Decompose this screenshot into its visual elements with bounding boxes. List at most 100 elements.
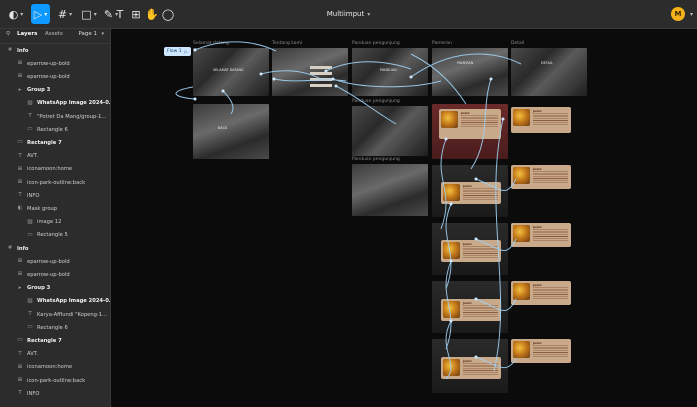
connection-line bbox=[335, 85, 397, 125]
layer-row[interactable]: T INFO bbox=[0, 388, 110, 399]
connection-line bbox=[325, 61, 412, 72]
layer-label: Info bbox=[17, 245, 29, 252]
layer-row[interactable]: ⊞ icon-park-outline:back bbox=[0, 177, 110, 188]
connection-node bbox=[324, 69, 328, 73]
layer-type-icon: T bbox=[18, 192, 22, 199]
connection-line bbox=[493, 118, 504, 372]
connection-node bbox=[221, 89, 225, 93]
page-selector[interactable]: Page 1 bbox=[78, 31, 97, 37]
connection-line bbox=[260, 70, 322, 80]
avatar[interactable]: M bbox=[671, 7, 685, 21]
text-tool-icon: T bbox=[116, 7, 124, 21]
layer-label: INFO bbox=[27, 192, 40, 199]
layer-label: WhatsApp Image 2024-0... bbox=[37, 298, 110, 305]
connection-node bbox=[474, 297, 478, 301]
connection-node bbox=[489, 77, 493, 81]
connection-node bbox=[272, 77, 276, 81]
move-tool-button[interactable]: ▷ ▾ bbox=[31, 4, 50, 24]
connection-node bbox=[474, 237, 478, 241]
connection-node bbox=[449, 259, 453, 263]
layer-label: Rectangle 6 bbox=[37, 324, 68, 331]
comment-tool-button[interactable]: ◯ bbox=[161, 4, 175, 24]
hand-tool-button[interactable]: ✋ bbox=[145, 4, 159, 24]
layer-label: icon-park-outline:back bbox=[27, 179, 86, 186]
main-menu-button[interactable]: ◐ ▾ bbox=[5, 4, 27, 24]
connection-node bbox=[334, 84, 338, 88]
layer-label: eparrow-up-bold bbox=[27, 73, 70, 80]
layer-label: Rectangle 7 bbox=[27, 139, 62, 146]
layer-label: "Potret Da Mang/group-1... bbox=[37, 113, 107, 120]
layer-type-icon: ▭ bbox=[27, 231, 33, 238]
layer-label: Mask group bbox=[27, 205, 58, 212]
layer-row[interactable]: ▨ WhatsApp Image 2024-0... bbox=[0, 296, 110, 307]
connection-node bbox=[474, 177, 478, 181]
layer-type-icon: T bbox=[18, 390, 22, 397]
layer-row[interactable]: ▭ Rectangle 6 bbox=[0, 124, 110, 135]
layer-row[interactable]: T INFO bbox=[0, 190, 110, 201]
layer-row[interactable]: ⊞ icon-park-outline:back bbox=[0, 375, 110, 386]
layer-row[interactable]: ⊞ eparrow-up-bold bbox=[0, 71, 110, 82]
layer-label: eparrow-up-bold bbox=[27, 60, 70, 67]
layer-label: Rectangle 6 bbox=[37, 126, 68, 133]
layer-type-icon: ▨ bbox=[27, 297, 33, 304]
layer-row[interactable]: ⊞ eparrow-up-bold bbox=[0, 269, 110, 280]
connection-line bbox=[475, 238, 517, 251]
layer-type-icon: ⊞ bbox=[17, 363, 23, 370]
shape-tool-button[interactable]: □ ▾ bbox=[78, 4, 100, 24]
layer-type-icon: T bbox=[18, 350, 22, 357]
main-menu-icon: ◐ bbox=[8, 7, 19, 21]
layer-row[interactable]: T AVT. bbox=[0, 349, 110, 360]
layer-row[interactable]: ▭ Rectangle 6 bbox=[0, 322, 110, 333]
layer-type-icon: T bbox=[18, 152, 22, 159]
connection-node bbox=[193, 48, 197, 52]
chevron-down-icon[interactable]: ▾ bbox=[367, 11, 370, 18]
layer-row[interactable]: T Karya-Afflundi "Kopeng-1... bbox=[0, 309, 110, 320]
layers-panel: ⚲ Layers Assets Page 1 ▾ # Info ⊞ eparrow-u… bbox=[0, 29, 111, 407]
layer-row[interactable]: ▸ Group 3 bbox=[0, 283, 110, 294]
text-tool-button[interactable]: T bbox=[113, 4, 127, 24]
tab-assets[interactable]: Assets bbox=[45, 31, 63, 37]
design-canvas[interactable]: Flow 1 ▷ Selamat datang Tentang kami Pan… bbox=[111, 29, 697, 407]
layer-type-icon: # bbox=[7, 245, 13, 251]
prototype-connections bbox=[175, 41, 522, 380]
frame-tool-button[interactable]: # ▾ bbox=[54, 4, 76, 24]
connection-node bbox=[501, 117, 505, 121]
connection-node bbox=[449, 319, 453, 323]
layer-label: Info bbox=[17, 47, 29, 54]
layer-label: icon-park-outline:back bbox=[27, 377, 86, 384]
layer-row[interactable]: ▭ Rectangle 7 bbox=[0, 137, 110, 148]
layer-row[interactable]: T AVT. bbox=[0, 151, 110, 162]
layer-row[interactable]: ⊞ iconamoon:home bbox=[0, 362, 110, 373]
layer-row[interactable]: # Info bbox=[0, 45, 110, 56]
layer-row[interactable]: ▨ WhatsApp Image 2024-0... bbox=[0, 98, 110, 109]
layer-row[interactable]: # Info bbox=[0, 243, 110, 254]
layer-row[interactable]: ⊞ eparrow-up-bold bbox=[0, 256, 110, 267]
layer-label: eparrow-up-bold bbox=[27, 258, 70, 265]
chevron-down-icon[interactable]: ▾ bbox=[101, 31, 104, 37]
file-name[interactable]: Multiimput bbox=[327, 10, 365, 18]
layer-type-icon: T bbox=[28, 311, 32, 317]
layer-row[interactable]: ▸ Group 3 bbox=[0, 85, 110, 96]
layer-label: image 12 bbox=[37, 219, 62, 226]
chevron-down-icon[interactable]: ▾ bbox=[690, 11, 693, 18]
tab-layers[interactable]: Layers bbox=[17, 31, 37, 37]
hand-tool-icon: ✋ bbox=[145, 7, 159, 21]
connection-line bbox=[175, 86, 196, 100]
layer-row[interactable]: ▨ image 12 bbox=[0, 217, 110, 228]
connection-node bbox=[259, 72, 263, 76]
layer-row[interactable]: T "Potret Da Mang/group-1... bbox=[0, 111, 110, 122]
connection-line bbox=[440, 138, 447, 230]
layer-type-icon: ⊞ bbox=[17, 179, 23, 185]
layer-label: eparrow-up-bold bbox=[27, 271, 70, 278]
connection-node bbox=[331, 77, 335, 81]
layer-row[interactable]: ⊞ iconamoon:home bbox=[0, 164, 110, 175]
layer-row[interactable]: ▭ Rectangle 5 bbox=[0, 230, 110, 241]
connection-line bbox=[475, 298, 517, 311]
layer-type-icon: ⊞ bbox=[17, 258, 23, 265]
layer-row[interactable]: ▭ Rectangle 7 bbox=[0, 335, 110, 346]
layer-row[interactable]: ⊞ eparrow-up-bold bbox=[0, 58, 110, 69]
layer-row[interactable]: ◐ Mask group bbox=[0, 203, 110, 214]
resources-button[interactable]: ⊞ bbox=[129, 4, 143, 24]
search-icon[interactable]: ⚲ bbox=[6, 31, 10, 37]
layer-type-icon: # bbox=[7, 47, 13, 53]
